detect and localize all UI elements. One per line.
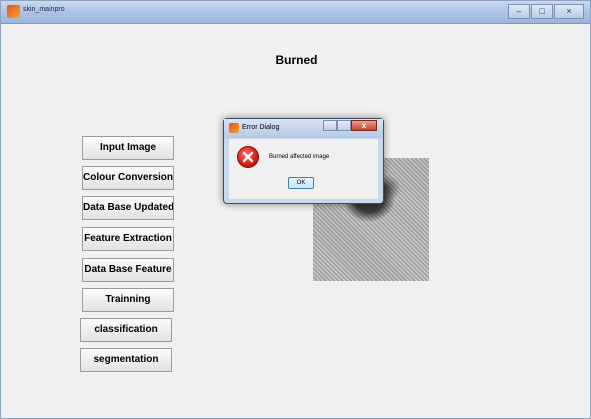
- dialog-maximize-button[interactable]: [337, 120, 351, 131]
- input-image-button[interactable]: Input Image: [82, 136, 174, 160]
- feature-extraction-button[interactable]: Feature Extraction: [82, 227, 174, 251]
- dialog-body: Burned affected image OK: [229, 139, 378, 199]
- dialog-controls: x: [323, 120, 377, 131]
- x-mark-icon: [242, 151, 254, 163]
- data-base-updated-button[interactable]: Data Base Updated: [82, 196, 174, 220]
- dialog-title: Error Dialog: [242, 124, 280, 131]
- colour-conversion-button[interactable]: Colour Conversion: [82, 166, 174, 190]
- maximize-button[interactable]: □: [531, 4, 553, 19]
- minimize-button[interactable]: –: [508, 4, 530, 19]
- close-button[interactable]: ×: [554, 4, 584, 19]
- data-base-feature-button[interactable]: Data Base Feature: [82, 258, 174, 282]
- segmentation-button[interactable]: segmentation: [80, 348, 172, 372]
- dialog-close-button[interactable]: x: [351, 120, 377, 131]
- dialog-minimize-button[interactable]: [323, 120, 337, 131]
- classification-button[interactable]: classification: [80, 318, 172, 342]
- error-dialog: Error Dialog x Burned affected image OK: [223, 118, 384, 204]
- main-window: skin_mainpro – □ × Burned Input Image Co…: [0, 0, 591, 419]
- dialog-titlebar[interactable]: Error Dialog x: [224, 119, 383, 138]
- error-icon: [237, 146, 259, 168]
- trainning-button[interactable]: Trainning: [82, 288, 174, 312]
- window-titlebar[interactable]: skin_mainpro – □ ×: [1, 1, 590, 24]
- ok-button[interactable]: OK: [288, 177, 314, 189]
- figure-area: Burned Input Image Colour Conversion Dat…: [9, 24, 582, 414]
- matlab-icon: [229, 123, 239, 133]
- window-title: skin_mainpro: [23, 6, 65, 13]
- page-title: Burned: [275, 53, 318, 67]
- matlab-icon: [7, 5, 20, 18]
- window-controls: – □ ×: [508, 4, 584, 19]
- error-message: Burned affected image: [269, 154, 330, 160]
